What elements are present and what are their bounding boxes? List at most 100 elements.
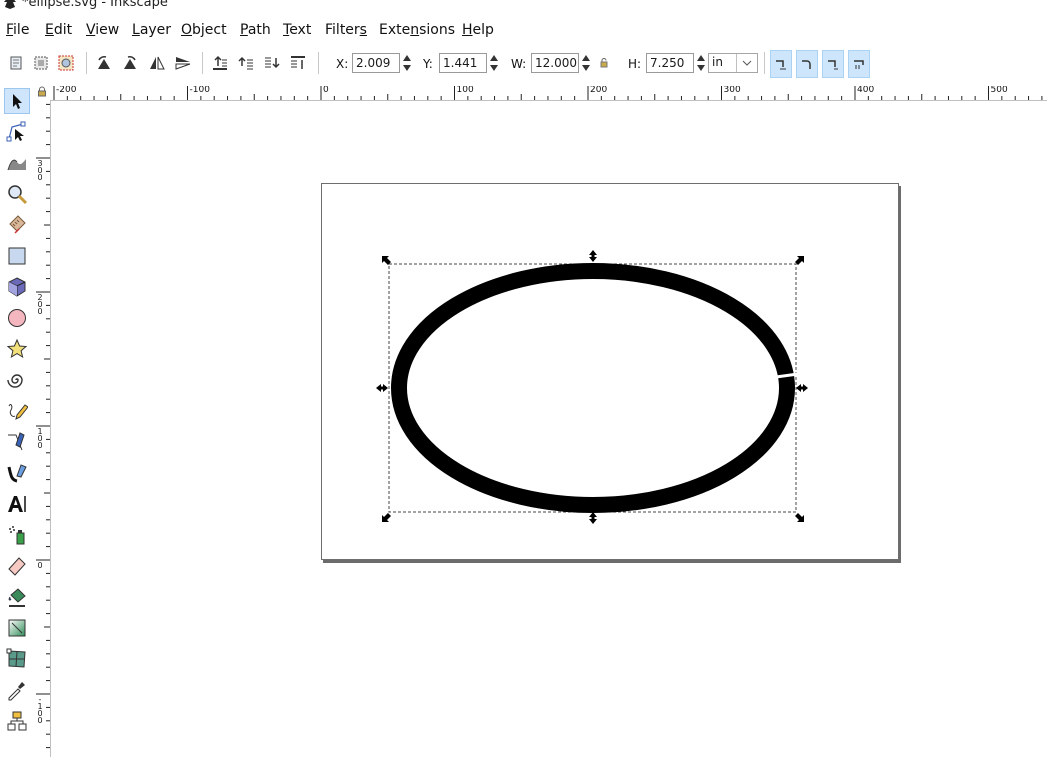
flip-vertical-button[interactable] xyxy=(173,53,193,73)
toolbar-separator xyxy=(318,52,319,74)
scale-handle-bottom-left[interactable] xyxy=(382,513,391,522)
scale-corners-button[interactable] xyxy=(796,50,818,78)
toolbox xyxy=(0,86,34,757)
scale-corners-icon xyxy=(802,60,811,69)
eraser-tool-button[interactable] xyxy=(4,553,30,579)
menu-file[interactable]: File xyxy=(6,22,29,38)
scale-handle-left[interactable] xyxy=(376,384,388,392)
ellipse-shape[interactable] xyxy=(391,263,795,513)
text-tool-icon xyxy=(8,496,26,512)
lower-button[interactable] xyxy=(262,53,282,73)
node-tool-button[interactable] xyxy=(4,119,30,145)
menu-extensions[interactable]: Extensions xyxy=(379,22,455,38)
unit-value: in xyxy=(712,55,723,69)
w-input[interactable]: 12.000 xyxy=(531,53,579,73)
selector-tool-button[interactable] xyxy=(4,88,30,114)
raise-to-top-icon xyxy=(213,55,227,70)
raise-button[interactable] xyxy=(236,53,256,73)
calligraphy-tool-button[interactable] xyxy=(4,460,30,486)
horizontal-ruler[interactable]: -200 -100 0 100 200 300 400 500 xyxy=(50,86,1047,101)
menu-filters[interactable]: Filters xyxy=(325,22,367,38)
star-tool-button[interactable] xyxy=(4,336,30,362)
ruler-label: 100 xyxy=(37,427,43,450)
selected-ellipse-group[interactable] xyxy=(370,246,816,530)
x-spin-icon[interactable] xyxy=(402,53,412,73)
y-spin-icon[interactable] xyxy=(489,53,499,73)
ruler-label: 200 xyxy=(590,86,608,95)
tool-controls-bar: X: 2.009 Y: 1.441 W: 12.000 H: 7.250 in xyxy=(0,50,1047,80)
deselect-icon xyxy=(58,55,74,71)
gradient-tool-button[interactable] xyxy=(4,615,30,641)
3d-box-tool-button[interactable] xyxy=(4,274,30,300)
pencil-tool-icon xyxy=(8,404,28,420)
scale-stroke-button[interactable] xyxy=(770,50,792,78)
ellipse-tool-icon xyxy=(8,309,26,327)
rotate-ccw-icon xyxy=(98,56,110,69)
zoom-tool-icon xyxy=(8,185,28,205)
spiral-tool-icon xyxy=(7,374,23,388)
3d-box-tool-icon xyxy=(8,277,26,297)
menu-text[interactable]: Text xyxy=(283,22,311,38)
measure-tool-button[interactable] xyxy=(4,212,30,238)
lock-ratio-button[interactable] xyxy=(596,53,612,73)
scale-handle-bottom-right[interactable] xyxy=(795,513,804,522)
menu-help[interactable]: Help xyxy=(462,22,494,38)
paint-bucket-tool-button[interactable] xyxy=(4,584,30,610)
menu-view[interactable]: View xyxy=(86,22,119,38)
spray-tool-button[interactable] xyxy=(4,522,30,548)
menu-path[interactable]: Path xyxy=(240,22,271,38)
paint-bucket-tool-icon xyxy=(8,588,26,607)
select-all-button[interactable] xyxy=(6,53,26,73)
menu-edit[interactable]: Edit xyxy=(45,22,72,38)
scale-handle-right[interactable] xyxy=(796,384,808,392)
selector-tool-icon xyxy=(13,94,22,109)
pen-tool-icon xyxy=(8,432,25,451)
menu-object[interactable]: Object xyxy=(181,22,227,38)
h-input[interactable]: 7.250 xyxy=(646,53,694,73)
vertical-ruler[interactable]: 300 200 100 0 -100 xyxy=(36,100,51,757)
text-tool-button[interactable] xyxy=(4,491,30,517)
menu-bar: File Edit View Layer Object Path Text Fi… xyxy=(0,18,1047,42)
spiral-tool-button[interactable] xyxy=(4,367,30,393)
deselect-button[interactable] xyxy=(56,53,76,73)
transform-gradients-icon xyxy=(828,60,838,70)
ruler-label: -100 xyxy=(189,86,210,95)
lower-to-bottom-button[interactable] xyxy=(288,53,308,73)
x-input[interactable]: 2.009 xyxy=(352,53,400,73)
transform-gradients-button[interactable] xyxy=(822,50,844,78)
rectangle-tool-button[interactable] xyxy=(4,243,30,269)
select-all-in-all-layers-button[interactable] xyxy=(31,53,51,73)
scale-handle-top[interactable] xyxy=(589,250,597,262)
ruler-label: 200 xyxy=(37,293,43,316)
transform-patterns-icon xyxy=(854,60,864,69)
ruler-corner[interactable] xyxy=(36,86,50,100)
h-spin-icon[interactable] xyxy=(696,53,706,73)
pencil-tool-button[interactable] xyxy=(4,398,30,424)
transform-patterns-button[interactable] xyxy=(848,50,870,78)
mesh-tool-button[interactable] xyxy=(4,646,30,672)
dropper-tool-button[interactable] xyxy=(4,677,30,703)
flip-horizontal-button[interactable] xyxy=(147,53,167,73)
w-spin-icon[interactable] xyxy=(581,53,591,73)
scale-handle-bottom[interactable] xyxy=(589,512,597,524)
y-label: Y: xyxy=(423,57,433,71)
pen-tool-button[interactable] xyxy=(4,429,30,455)
tweak-tool-button[interactable] xyxy=(4,150,30,176)
connector-tool-button[interactable] xyxy=(4,708,30,734)
rotate-ccw-button[interactable] xyxy=(94,53,114,73)
ellipse-tool-button[interactable] xyxy=(4,305,30,331)
menu-layer[interactable]: Layer xyxy=(132,22,171,38)
toolbar-separator xyxy=(202,52,203,74)
select-all-in-all-layers-icon xyxy=(34,56,48,70)
raise-to-top-button[interactable] xyxy=(210,53,230,73)
rotate-cw-button[interactable] xyxy=(120,53,140,73)
ruler-label: 0 xyxy=(37,561,43,570)
ruler-label: 300 xyxy=(723,86,741,95)
zoom-tool-button[interactable] xyxy=(4,181,30,207)
y-input[interactable]: 1.441 xyxy=(439,53,487,73)
unit-select[interactable]: in xyxy=(708,53,758,73)
measure-tool-icon xyxy=(9,215,26,234)
toolbar-separator xyxy=(86,52,87,74)
ruler-label: 100 xyxy=(456,86,474,95)
h-label: H: xyxy=(628,57,642,71)
